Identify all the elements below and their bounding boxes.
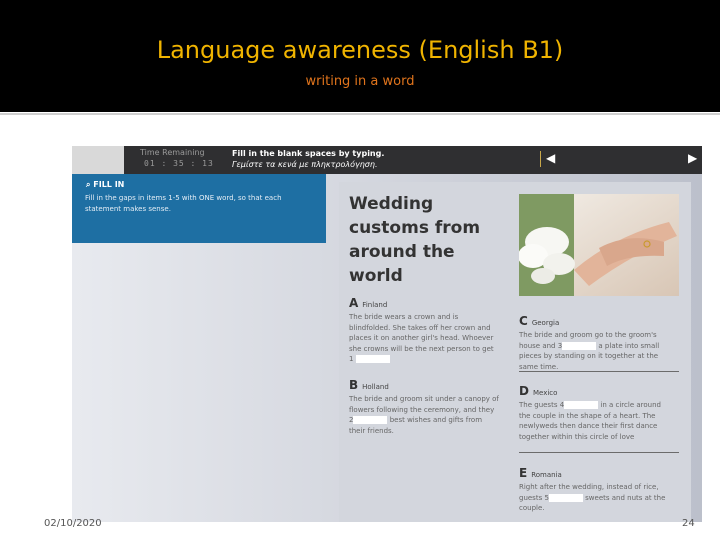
gap-1-input[interactable] <box>355 355 390 363</box>
header-divider <box>0 113 720 115</box>
slide-subtitle: writing in a word <box>305 74 415 89</box>
section-a-country: Finland <box>362 301 388 309</box>
slide-header: Language awareness (English B1) writing … <box>0 0 720 112</box>
section-c: C Georgia The bride and groom go to the g… <box>519 310 669 372</box>
exercise-toolbar: Time Remaining 01 : 35 : 13 Fill in the … <box>72 146 702 174</box>
page-heading: Wedding customs from around the world <box>349 194 481 286</box>
timer-label: Time Remaining <box>140 148 205 157</box>
section-d: D Mexico The guests 4 in a circle around … <box>519 380 669 442</box>
fill-in-panel: ⌕ FILL IN Fill in the gaps in items 1-5 … <box>72 174 326 243</box>
section-b-letter: B <box>349 378 359 392</box>
wedding-photo <box>519 194 679 296</box>
section-c-country: Georgia <box>531 319 560 327</box>
gap-4-input[interactable] <box>564 401 599 409</box>
fill-in-title-text: FILL IN <box>93 180 125 189</box>
toolbar-left-cell <box>72 146 124 174</box>
section-c-letter: C <box>519 314 528 328</box>
gap-2-input[interactable] <box>353 416 388 424</box>
section-b: B Holland The bride and groom sit under a… <box>349 374 499 436</box>
slide-date: 02/10/2020 <box>44 518 102 529</box>
section-divider <box>519 371 679 372</box>
section-e-letter: E <box>519 466 528 480</box>
gap-5-input[interactable] <box>548 493 583 502</box>
fill-in-title: ⌕ FILL IN <box>86 180 124 190</box>
toolbar-divider <box>540 151 541 167</box>
fill-in-instructions: Fill in the gaps in items 1-5 with ONE w… <box>85 194 282 213</box>
section-d-country: Mexico <box>532 389 558 397</box>
timer-value: 01 : 35 : 13 <box>144 159 214 168</box>
section-divider <box>519 452 679 453</box>
section-e: E Romania Right after the wedding, instea… <box>519 462 669 514</box>
next-arrow-icon[interactable]: ▶ <box>688 151 697 165</box>
section-d-text: The guests 4 <box>519 401 565 409</box>
section-a: A Finland The bride wears a crown and is … <box>349 292 499 365</box>
instruction-greek: Γεμίστε τα κενά με πληκτρολόγηση. <box>232 160 378 169</box>
section-b-country: Holland <box>362 383 389 391</box>
slide-page-number: 24 <box>682 518 695 529</box>
slide-title: Language awareness (English B1) <box>156 36 564 64</box>
gap-3-input[interactable] <box>562 341 597 350</box>
exercise-screenshot: Time Remaining 01 : 35 : 13 Fill in the … <box>72 146 702 522</box>
section-a-letter: A <box>349 296 359 310</box>
instruction-english: Fill in the blank spaces by typing. <box>232 149 385 158</box>
section-e-country: Romania <box>531 471 562 479</box>
section-d-letter: D <box>519 384 529 398</box>
textbook-page: Wedding customs from around the world A … <box>339 182 691 522</box>
previous-arrow-icon[interactable]: ◀ <box>546 151 555 165</box>
